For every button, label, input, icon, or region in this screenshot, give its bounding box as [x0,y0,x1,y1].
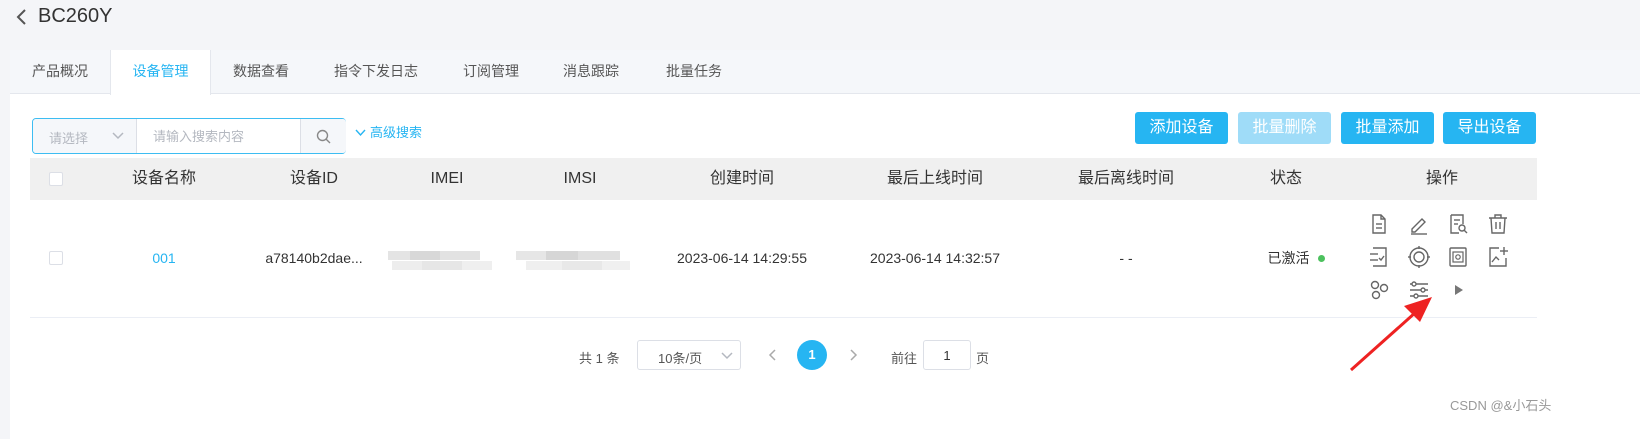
tab-device-management[interactable]: 设备管理 [110,50,211,95]
chevron-down-icon [355,129,366,136]
search-button[interactable] [300,119,346,153]
column-header-last-offline[interactable]: 最后离线时间 [1056,158,1196,200]
settings-sliders-icon[interactable] [1407,278,1431,302]
last-offline-cell: - - [1119,250,1133,266]
page-size-value: 10条/页 [658,351,703,366]
device-name-link[interactable]: 001 [114,248,214,268]
trash-icon[interactable] [1486,212,1510,236]
edit-icon[interactable] [1407,212,1431,236]
tab-data-view[interactable]: 数据查看 [211,50,311,94]
batch-delete-button[interactable]: 批量删除 [1238,112,1331,144]
search-select-placeholder: 请选择 [49,131,89,146]
column-header-actions: 操作 [1425,170,1458,187]
document-icon[interactable] [1367,212,1391,236]
add-device-button[interactable]: 添加设备 [1135,112,1228,144]
column-header-created[interactable]: 创建时间 [692,158,792,200]
search-document-icon[interactable] [1446,212,1470,236]
tab-bar: 产品概况 设备管理 数据查看 指令下发日志 订阅管理 消息跟踪 批量任务 [10,50,1640,95]
tab-product-overview[interactable]: 产品概况 [10,50,110,94]
search-field-select[interactable]: 请选择 [33,119,137,153]
tab-batch-task[interactable]: 批量任务 [641,50,747,94]
status-cell: 已激活 [1246,248,1346,268]
back-arrow-icon[interactable] [14,6,32,28]
page-header: BC260Y [0,0,1640,40]
imsi-redacted [516,251,630,270]
page-size-select[interactable]: 10条/页 [637,340,741,370]
table-row: 001 a78140b2dae... 2023-06-14 14:29:55 2… [30,200,1537,318]
prev-page-icon[interactable] [766,347,780,363]
column-header-status[interactable]: 状态 [1246,158,1326,200]
page-label: 页 [976,351,990,366]
pagination: 共 1 条 10条/页 1 前往 页 [10,340,1640,372]
search-group: 请选择 [32,118,346,154]
page-title: BC260Y [38,5,113,27]
safe-icon[interactable] [1446,245,1470,269]
column-header-last-online[interactable]: 最后上线时间 [865,158,1005,200]
column-header-imei[interactable]: IMEI [397,158,497,200]
command-list-icon[interactable] [1367,245,1391,269]
page-number-current[interactable]: 1 [797,340,827,370]
search-icon [316,129,331,144]
image-edit-icon[interactable] [1486,245,1510,269]
target-icon[interactable] [1407,245,1431,269]
goto-page-input[interactable] [923,340,971,370]
search-input[interactable] [138,119,300,153]
device-id-cell: a78140b2dae... [265,250,363,266]
goto-label: 前往 [891,351,918,366]
row-checkbox[interactable] [49,251,63,265]
table-header: 设备名称 设备ID IMEI IMSI 创建时间 最后上线时间 最后离线时间 状… [30,158,1537,200]
export-device-button[interactable]: 导出设备 [1443,112,1536,144]
pagination-total: 共 1 条 [579,351,620,366]
column-header-imsi[interactable]: IMSI [530,158,630,200]
next-page-icon[interactable] [846,347,860,363]
chevron-down-icon [721,352,733,360]
tab-message-trace[interactable]: 消息跟踪 [541,50,641,94]
column-header-name[interactable]: 设备名称 [114,158,214,200]
last-online-cell: 2023-06-14 14:32:57 [870,250,1000,266]
advanced-search-toggle[interactable]: 高级搜索 [355,121,422,145]
main-card: 产品概况 设备管理 数据查看 指令下发日志 订阅管理 消息跟踪 批量任务 请选择… [10,50,1640,439]
advanced-search-label: 高级搜索 [370,125,423,140]
created-time-cell: 2023-06-14 14:29:55 [677,250,807,266]
status-badge: 已激活 [1267,250,1310,266]
imei-redacted [388,251,492,270]
watermark: CSDN @&小石头 [1450,398,1552,413]
select-all-checkbox[interactable] [49,172,63,186]
status-dot [1317,254,1325,262]
tab-subscription[interactable]: 订阅管理 [441,50,541,94]
chevron-down-icon [112,132,124,140]
topology-icon[interactable] [1367,278,1391,302]
play-icon[interactable] [1446,278,1470,302]
column-header-device-id[interactable]: 设备ID [264,158,364,200]
tab-command-log[interactable]: 指令下发日志 [311,50,441,94]
batch-add-button[interactable]: 批量添加 [1341,112,1434,144]
